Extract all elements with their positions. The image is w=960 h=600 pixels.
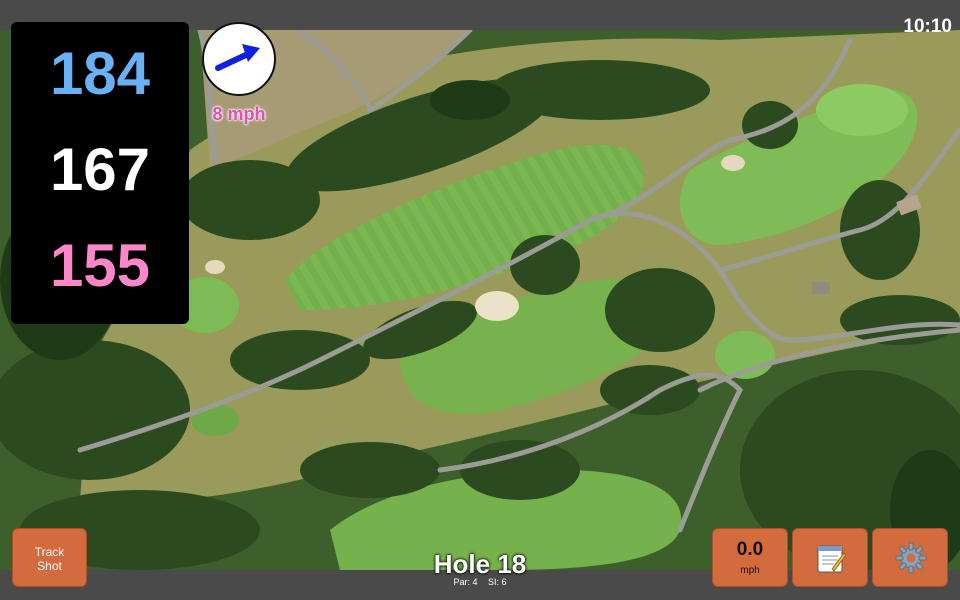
wind-speed-label: 8 mph — [212, 104, 266, 124]
speed-unit: mph — [740, 565, 760, 576]
speed-value: 0.0 — [736, 539, 764, 560]
middle-yardage: 167 — [49, 136, 151, 203]
gear-icon — [895, 542, 927, 574]
track-shot-button[interactable]: Track Shot — [12, 528, 87, 587]
speed-button[interactable]: 0.0 mph — [712, 528, 788, 587]
notepad-icon — [817, 545, 847, 573]
back-yardage: 184 — [49, 40, 151, 107]
wind-indicator — [202, 22, 276, 96]
stroke-index-label: SI: 6 — [488, 577, 507, 587]
track-shot-label-line2: Shot — [37, 559, 62, 573]
hole-title[interactable]: Hole 18 — [380, 549, 580, 580]
arrow-icon — [215, 44, 260, 71]
track-shot-label-line1: Track — [34, 545, 65, 559]
settings-button[interactable] — [872, 528, 948, 587]
hole-info: Par: 4 SI: 6 — [380, 577, 580, 587]
notes-button[interactable] — [792, 528, 868, 587]
par-label: Par: 4 — [453, 577, 478, 587]
front-yardage: 155 — [49, 232, 151, 299]
yardage-panel: 184 167 155 — [11, 22, 189, 324]
clock: 10:10 — [903, 16, 952, 37]
